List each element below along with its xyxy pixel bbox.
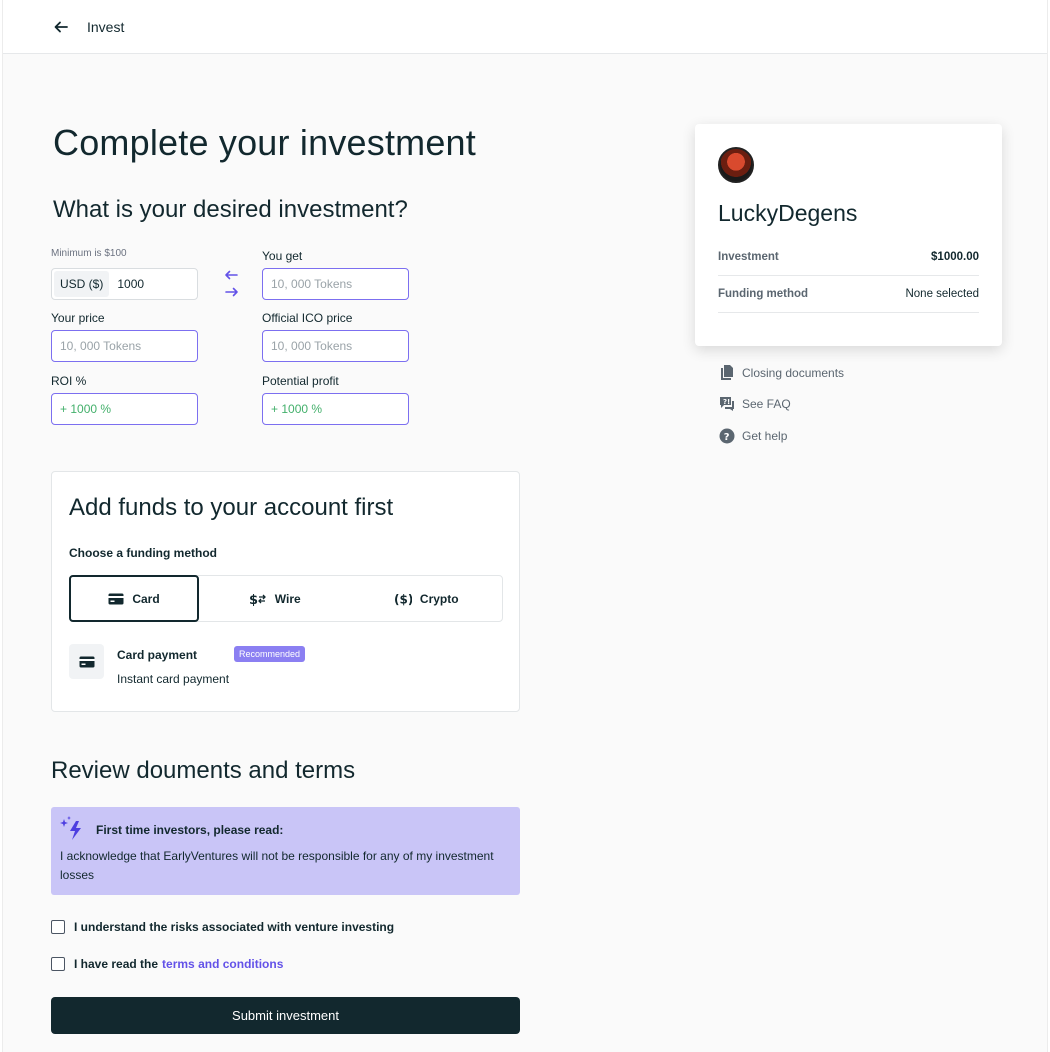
crypto-dollar-icon: ($) [394, 592, 412, 606]
your-price-input[interactable]: 10, 000 Tokens [51, 330, 198, 362]
recommended-badge: Recommended [234, 646, 306, 662]
amount-input[interactable]: USD ($) 1000 [51, 268, 198, 300]
potential-profit-input[interactable]: + 1000 % [262, 393, 409, 425]
documents-icon [721, 365, 733, 380]
card-payment-icon-box [69, 644, 104, 679]
page-title: Complete your investment [53, 122, 476, 163]
project-avatar [718, 147, 754, 183]
funding-method-row: Funding method None selected [718, 276, 979, 313]
minimum-label: Minimum is $100 [51, 248, 127, 259]
terms-check-row: I have read the terms and conditions [51, 957, 283, 971]
method-crypto-label: Crypto [419, 591, 459, 606]
page: Invest Complete your investment What is … [2, 0, 1048, 1052]
terms-link[interactable]: terms and conditions [162, 957, 283, 971]
ico-price-input[interactable]: 10, 000 Tokens [262, 330, 409, 362]
amount-value: 1000 [117, 277, 145, 291]
faq-label: See FAQ [742, 397, 791, 411]
investment-value: $1000.00 [931, 251, 979, 263]
submit-investment-button[interactable]: Submit investment [51, 997, 520, 1034]
funding-method-summary-value: None selected [905, 288, 979, 300]
dollar-transfer-icon: $ [249, 592, 267, 606]
closing-documents-label: Closing documents [742, 365, 845, 380]
faq-icon: ?! [720, 397, 734, 411]
desired-investment-heading: What is your desired investment? [53, 196, 408, 223]
review-heading: Review douments and terms [51, 757, 356, 784]
svg-text:($): ($) [394, 592, 412, 606]
funding-method-label: Choose a funding method [69, 546, 217, 560]
ico-price-label: Official ICO price [262, 311, 353, 325]
method-wire-label: Wire [274, 591, 301, 606]
roi-input[interactable]: + 1000 % [51, 393, 198, 425]
credit-card-icon [108, 593, 124, 605]
method-wire-button[interactable]: $ Wire [199, 576, 351, 621]
funding-method-tabs: Card $ Wire ($) Crypto [69, 575, 503, 622]
arrow-left-icon[interactable] [53, 19, 69, 35]
svg-text:?!: ?! [723, 398, 730, 406]
potential-profit-label: Potential profit [262, 374, 339, 388]
notice-title: First time investors, please read: [96, 823, 284, 837]
get-help-label: Get help [742, 429, 788, 443]
sparkle-bolt-icon [60, 816, 81, 840]
method-card-label: Card [132, 591, 160, 606]
currency-select[interactable]: USD ($) [54, 271, 110, 297]
svg-text:?: ? [724, 432, 730, 443]
svg-text:$: $ [249, 593, 258, 606]
funding-card: Add funds to your account first Choose a… [51, 471, 520, 712]
card-payment-subtitle: Instant card payment [117, 672, 230, 686]
terms-check-label: I have read the [74, 957, 159, 971]
topbar-title: Invest [87, 18, 125, 35]
get-help-link[interactable]: ? Get help [719, 428, 787, 444]
card-payment-title: Card payment [117, 648, 198, 662]
credit-card-icon [79, 656, 94, 667]
risks-checkbox[interactable] [51, 920, 65, 934]
investment-label: Investment [718, 251, 779, 263]
you-get-input[interactable]: 10, 000 Tokens [262, 268, 409, 300]
help-icon: ? [719, 428, 735, 444]
funding-method-summary-label: Funding method [718, 288, 809, 300]
first-time-notice: First time investors, please read: I ack… [51, 807, 520, 895]
project-name: LuckyDegens [718, 200, 858, 226]
risks-check-label: I understand the risks associated with v… [74, 920, 395, 934]
investment-summary-card: LuckyDegens Investment $1000.00 Funding … [695, 124, 1002, 346]
notice-body: I acknowledge that EarlyVentures will no… [60, 849, 494, 882]
faq-link[interactable]: ?! See FAQ [719, 396, 791, 412]
terms-checkbox[interactable] [51, 957, 65, 971]
method-crypto-button[interactable]: ($) Crypto [351, 576, 503, 621]
funds-title: Add funds to your account first [69, 494, 394, 521]
risks-check-row: I understand the risks associated with v… [51, 920, 394, 934]
swap-arrows-icon[interactable] [223, 268, 241, 300]
method-card-button[interactable]: Card [69, 575, 199, 622]
closing-documents-link[interactable]: Closing documents [719, 364, 844, 381]
top-bar: Invest [3, 0, 1047, 54]
your-price-label: Your price [51, 311, 105, 325]
you-get-label: You get [262, 249, 303, 263]
roi-label: ROI % [51, 374, 87, 388]
investment-row: Investment $1000.00 [718, 239, 979, 276]
